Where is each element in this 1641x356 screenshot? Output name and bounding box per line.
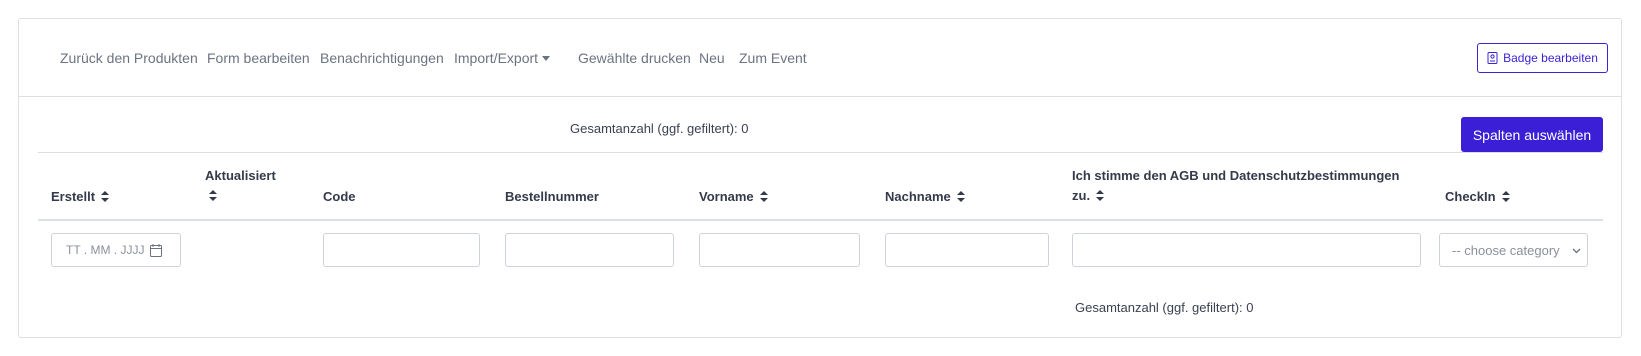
edit-badge-button[interactable]: Badge bearbeiten	[1477, 43, 1608, 73]
toolbar-nav: Zurück den Produkten Form bearbeiten Ben…	[19, 19, 1621, 97]
created-date-filter[interactable]: TT . MM . JJJJ	[51, 233, 181, 267]
last-name-filter-input[interactable]	[885, 233, 1049, 267]
notifications-link[interactable]: Benachrichtigungen	[320, 50, 444, 66]
column-header-terms[interactable]: Ich stimme den AGB und Datenschutzbestim…	[1072, 166, 1432, 206]
chevron-down-icon	[1572, 248, 1581, 254]
column-header-updated-label: Aktualisiert	[205, 168, 276, 183]
back-to-products-link[interactable]: Zurück den Produkten	[60, 50, 198, 66]
edit-badge-label: Badge bearbeiten	[1503, 51, 1598, 65]
column-header-code: Code	[323, 189, 356, 204]
sort-icon	[1096, 190, 1105, 201]
card-header: Zurück den Produkten Form bearbeiten Ben…	[19, 19, 1621, 97]
divider	[38, 152, 1603, 153]
column-header-first-name[interactable]: Vorname	[699, 187, 768, 207]
terms-filter-input[interactable]	[1072, 233, 1421, 267]
select-columns-button[interactable]: Spalten auswählen	[1461, 117, 1603, 152]
table-header-divider	[38, 219, 1603, 221]
sort-icon	[956, 191, 965, 202]
caret-down-icon	[542, 56, 551, 61]
import-export-label: Import/Export	[454, 50, 539, 66]
total-count-bottom: Gesamtanzahl (ggf. gefiltert): 0	[1075, 300, 1254, 315]
print-selected-link[interactable]: Gewählte drucken	[578, 50, 691, 66]
first-name-filter-input[interactable]	[699, 233, 860, 267]
column-header-terms-line1: Ich stimme den AGB und Datenschutzbestim…	[1072, 168, 1400, 183]
column-header-checkin-label: CheckIn	[1445, 189, 1496, 204]
sort-icon	[209, 190, 217, 201]
column-header-terms-line2: zu.	[1072, 188, 1091, 203]
sort-icon	[1501, 191, 1510, 202]
code-filter-input[interactable]	[323, 233, 480, 267]
new-link[interactable]: Neu	[699, 50, 725, 66]
import-export-dropdown[interactable]: Import/Export	[454, 50, 551, 66]
badge-icon	[1487, 52, 1498, 64]
calendar-icon[interactable]	[150, 243, 163, 257]
column-header-last-name-label: Nachname	[885, 189, 951, 204]
column-header-created[interactable]: Erstellt	[51, 187, 110, 207]
column-header-checkin[interactable]: CheckIn	[1445, 187, 1510, 207]
column-header-order-number: Bestellnummer	[505, 189, 599, 204]
column-header-first-name-label: Vorname	[699, 189, 754, 204]
edit-form-link[interactable]: Form bearbeiten	[207, 50, 310, 66]
checkin-category-select[interactable]: -- choose category	[1439, 233, 1588, 267]
column-header-updated[interactable]: Aktualisiert	[205, 166, 276, 206]
column-header-last-name[interactable]: Nachname	[885, 187, 965, 207]
sort-icon	[759, 191, 768, 202]
total-count-top: Gesamtanzahl (ggf. gefiltert): 0	[570, 121, 749, 136]
date-placeholder: TT . MM . JJJJ	[66, 243, 145, 257]
column-header-created-label: Erstellt	[51, 189, 96, 204]
sort-icon	[101, 191, 110, 202]
to-event-link[interactable]: Zum Event	[739, 50, 807, 66]
checkin-select-value: -- choose category	[1452, 242, 1560, 258]
order-number-filter-input[interactable]	[505, 233, 674, 267]
